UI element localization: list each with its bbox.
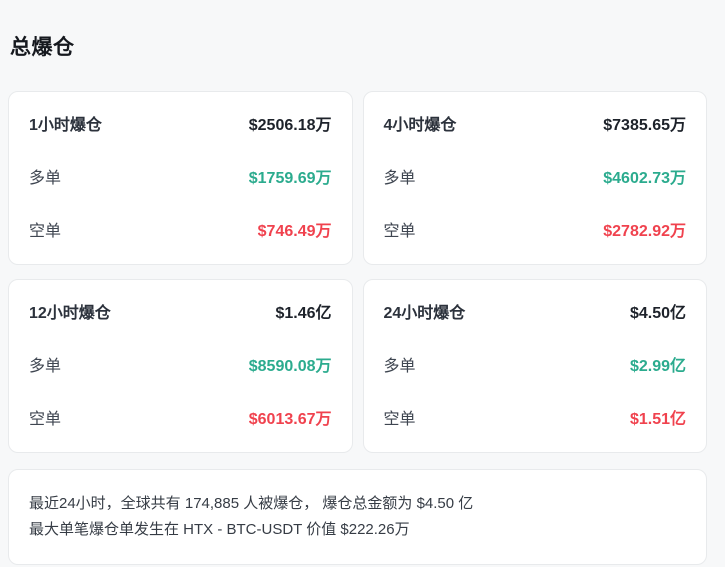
long-liquidation-value: $8590.08万 <box>249 357 332 376</box>
total-liquidation-value: $7385.65万 <box>603 116 686 135</box>
short-row: 空单 $746.49万 <box>29 222 332 241</box>
card-header-row: 4小时爆仓 $7385.65万 <box>384 116 687 135</box>
period-label: 4小时爆仓 <box>384 116 457 135</box>
short-label: 空单 <box>29 410 61 429</box>
summary-line-1: 最近24小时，全球共有 174,885 人被爆仓， 爆仓总金额为 $4.50 亿 <box>29 491 686 517</box>
total-liquidation-value: $4.50亿 <box>630 304 686 323</box>
short-label: 空单 <box>384 410 416 429</box>
short-liquidation-value: $746.49万 <box>258 222 332 241</box>
short-label: 空单 <box>384 222 416 241</box>
card-header-row: 12小时爆仓 $1.46亿 <box>29 304 332 323</box>
total-liquidation-value: $1.46亿 <box>275 304 331 323</box>
liquidation-card-24h: 24小时爆仓 $4.50亿 多单 $2.99亿 空单 $1.51亿 <box>363 279 708 453</box>
short-row: 空单 $2782.92万 <box>384 222 687 241</box>
long-label: 多单 <box>384 357 416 376</box>
long-row: 多单 $2.99亿 <box>384 357 687 376</box>
total-liquidation-dashboard: 总爆仓 1小时爆仓 $2506.18万 多单 $1759.69万 空单 $746… <box>8 31 707 565</box>
liquidation-card-12h: 12小时爆仓 $1.46亿 多单 $8590.08万 空单 $6013.67万 <box>8 279 353 453</box>
long-liquidation-value: $2.99亿 <box>630 357 686 376</box>
long-row: 多单 $8590.08万 <box>29 357 332 376</box>
liquidation-card-4h: 4小时爆仓 $7385.65万 多单 $4602.73万 空单 $2782.92… <box>363 91 708 265</box>
total-liquidation-value: $2506.18万 <box>249 116 332 135</box>
short-label: 空单 <box>29 222 61 241</box>
card-header-row: 24小时爆仓 $4.50亿 <box>384 304 687 323</box>
liquidation-cards-grid: 1小时爆仓 $2506.18万 多单 $1759.69万 空单 $746.49万… <box>8 91 707 453</box>
period-label: 1小时爆仓 <box>29 116 102 135</box>
short-liquidation-value: $2782.92万 <box>603 222 686 241</box>
short-row: 空单 $6013.67万 <box>29 410 332 429</box>
short-row: 空单 $1.51亿 <box>384 410 687 429</box>
long-label: 多单 <box>29 357 61 376</box>
summary-line-2: 最大单笔爆仓单发生在 HTX - BTC-USDT 价值 $222.26万 <box>29 517 686 543</box>
long-row: 多单 $4602.73万 <box>384 169 687 188</box>
period-label: 24小时爆仓 <box>384 304 466 323</box>
short-liquidation-value: $1.51亿 <box>630 410 686 429</box>
period-label: 12小时爆仓 <box>29 304 111 323</box>
liquidation-card-1h: 1小时爆仓 $2506.18万 多单 $1759.69万 空单 $746.49万 <box>8 91 353 265</box>
long-row: 多单 $1759.69万 <box>29 169 332 188</box>
long-liquidation-value: $4602.73万 <box>603 169 686 188</box>
long-label: 多单 <box>384 169 416 188</box>
long-liquidation-value: $1759.69万 <box>249 169 332 188</box>
long-label: 多单 <box>29 169 61 188</box>
card-header-row: 1小时爆仓 $2506.18万 <box>29 116 332 135</box>
page-title: 总爆仓 <box>10 31 707 61</box>
short-liquidation-value: $6013.67万 <box>249 410 332 429</box>
summary-card: 最近24小时，全球共有 174,885 人被爆仓， 爆仓总金额为 $4.50 亿… <box>8 469 707 565</box>
